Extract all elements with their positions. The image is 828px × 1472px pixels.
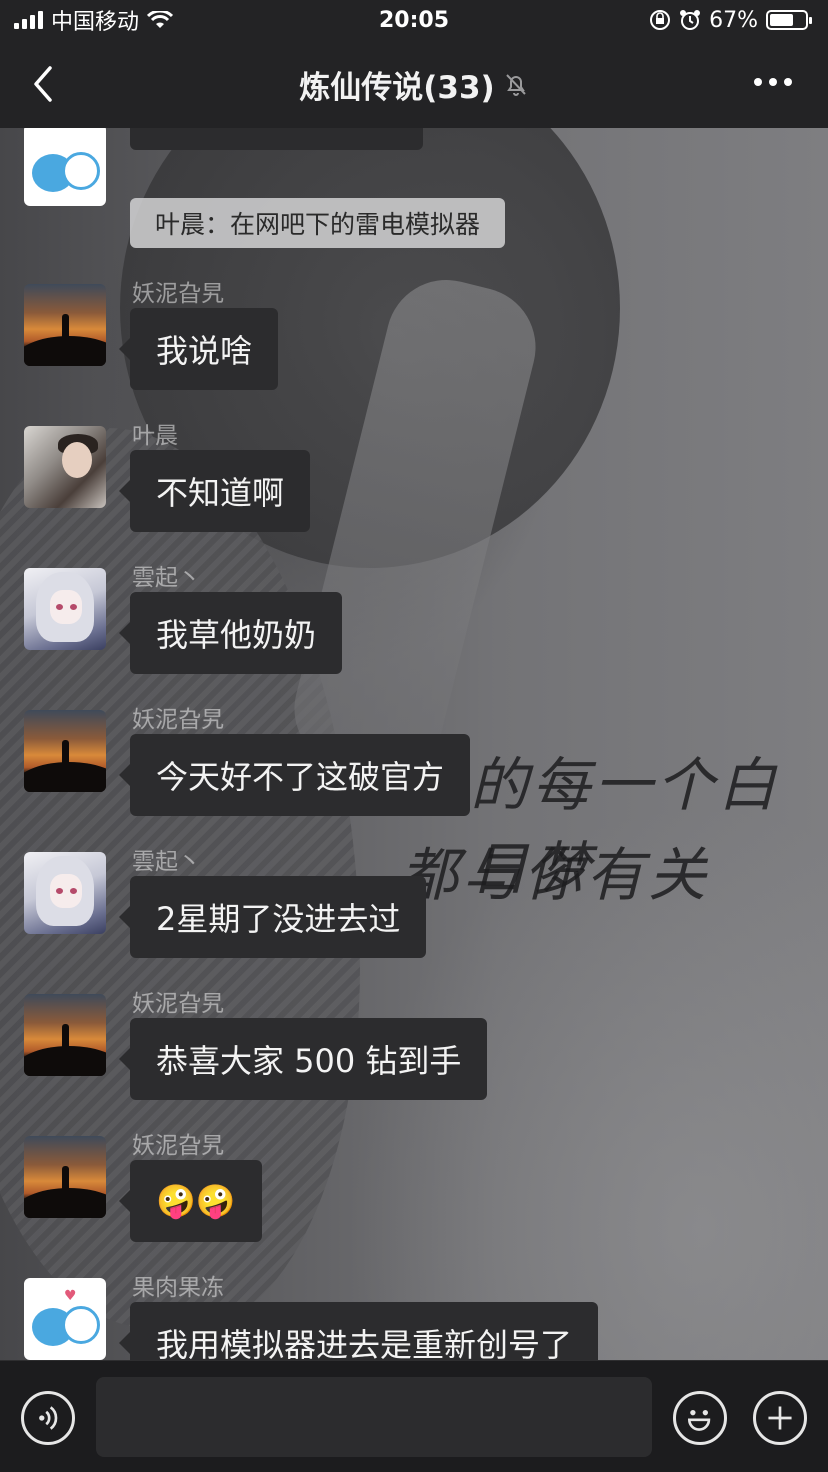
avatar[interactable] — [24, 852, 106, 934]
alarm-icon — [680, 10, 701, 30]
message-list[interactable]: 那不是安卓的吗? 叶晨：在网吧下的雷电模拟器 妖泥旮旯 我说啥 叶晨 不知道啊 … — [0, 128, 828, 1360]
voice-button[interactable] — [21, 1391, 75, 1445]
battery-percent: 67% — [709, 7, 758, 33]
message-bubble[interactable]: 不知道啊 — [118, 450, 311, 532]
message-bubble[interactable]: 我用模拟器进去是重新创号了 — [118, 1302, 599, 1360]
chat-title: 炼仙传说(33) — [299, 69, 495, 106]
avatar[interactable] — [24, 284, 106, 366]
emoji-icon — [687, 1410, 711, 1431]
sender-name: 雲起丶 — [132, 565, 201, 591]
carrier-label: 中国移动 — [51, 10, 140, 35]
avatar[interactable] — [24, 568, 106, 650]
avatar[interactable] — [24, 128, 106, 206]
status-bar: 中国移动 20:05 67% — [0, 0, 828, 40]
sender-name: 果肉果冻 — [132, 1275, 224, 1301]
avatar[interactable] — [24, 710, 106, 792]
avatar[interactable] — [24, 426, 106, 508]
sender-name: 叶晨 — [132, 423, 178, 449]
message-input[interactable] — [96, 1377, 652, 1457]
avatar[interactable] — [24, 1136, 106, 1218]
sender-name: 妖泥旮旯 — [132, 991, 224, 1017]
avatar[interactable]: ♥ — [24, 1278, 106, 1360]
sender-name: 雲起丶 — [132, 849, 201, 875]
message-bubble[interactable]: 今天好不了这破官方 — [118, 734, 471, 816]
plus-icon — [768, 1406, 792, 1430]
bell-slash-icon — [506, 74, 526, 96]
quoted-reply[interactable]: 叶晨：在网吧下的雷电模拟器 — [130, 198, 506, 248]
chat-header: 炼仙传说(33) — [0, 40, 828, 128]
battery-icon — [766, 10, 812, 30]
message-bubble[interactable]: 2星期了没进去过 — [118, 876, 427, 958]
avatar[interactable] — [24, 994, 106, 1076]
sender-name: 妖泥旮旯 — [132, 281, 224, 307]
message-bubble[interactable]: 🤪🤪 — [119, 1160, 262, 1242]
back-button[interactable] — [28, 64, 58, 104]
more-dots-icon — [754, 78, 762, 86]
voice-icon — [39, 1406, 58, 1430]
signal-icon — [14, 11, 43, 29]
emoji-button[interactable] — [673, 1391, 727, 1445]
input-bar — [0, 1360, 828, 1472]
more-button[interactable] — [754, 78, 792, 86]
sender-name: 妖泥旮旯 — [132, 707, 224, 733]
message-bubble[interactable]: 那不是安卓的吗? — [130, 128, 423, 150]
message-bubble[interactable]: 我草他奶奶 — [118, 592, 343, 674]
plus-button[interactable] — [753, 1391, 807, 1445]
message-bubble[interactable]: 恭喜大家 500 钻到手 — [118, 1018, 488, 1100]
wifi-icon — [147, 11, 174, 28]
orientation-lock-icon — [650, 10, 671, 30]
message-bubble[interactable]: 我说啥 — [118, 308, 279, 390]
sender-name: 妖泥旮旯 — [132, 1133, 224, 1159]
